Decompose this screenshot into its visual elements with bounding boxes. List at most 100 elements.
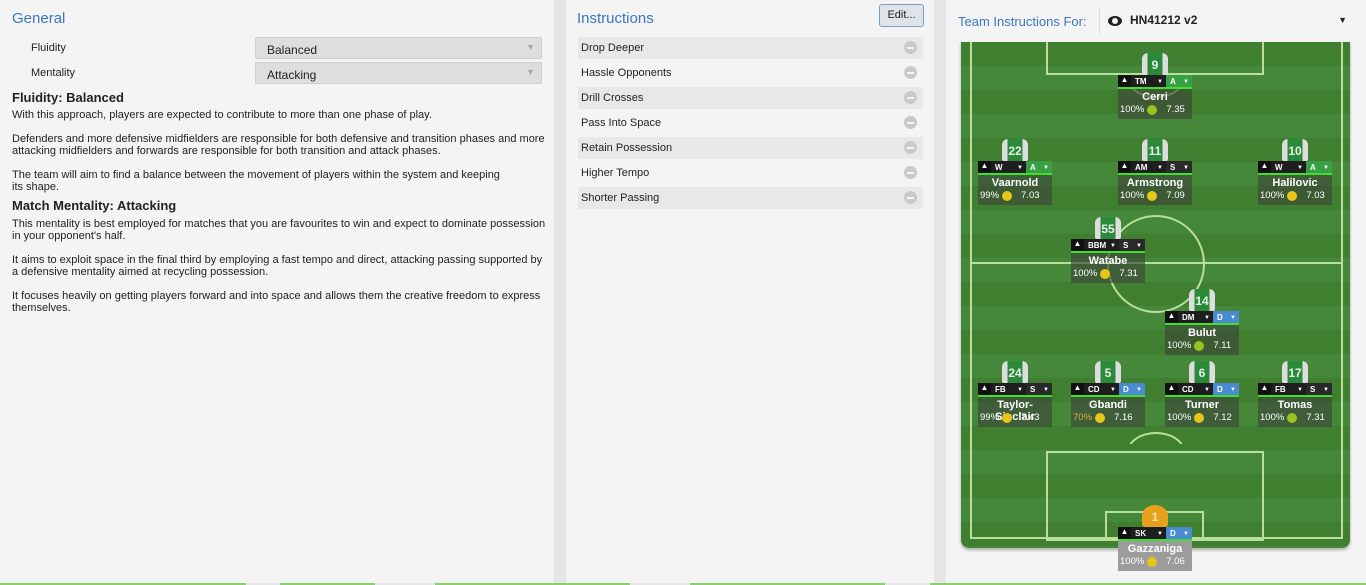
player-card[interactable]: 14 ▲ DM ▼ D ▼ Bulut 100% 7.11 [1165,289,1239,355]
remove-icon[interactable] [904,141,917,154]
duty-select[interactable]: A ▼ [1306,161,1332,173]
player-card[interactable]: 22 ▲ W ▼ A ▼ Vaarnold 99% 7.03 [978,139,1052,205]
jersey-icon: 5 [1095,361,1121,383]
role-select[interactable]: CD ▼ [1178,383,1213,395]
role-select[interactable]: AM ▼ [1131,161,1166,173]
condition: 100% [1120,104,1145,115]
duty-select[interactable]: S ▼ [1166,161,1192,173]
fluidity-value: Balanced [267,43,318,57]
instruction-item[interactable]: Retain Possession [578,137,923,159]
form-steady-icon [1002,190,1013,201]
player-card[interactable]: 1 ▲ SK ▼ D ▼ Gazzaniga 100% 7.06 [1118,505,1192,571]
condition: 100% [1167,340,1192,351]
role-select[interactable]: CD ▼ [1084,383,1119,395]
remove-icon[interactable] [904,41,917,54]
condition: 99% [980,190,1000,201]
player-card[interactable]: 55 ▲ BBM ▼ S ▼ Watabe 100% 7.31 [1071,217,1145,283]
player-name: Tomas [1277,399,1313,411]
rating: 7.06 [1166,556,1185,567]
shirt-icon: ▲ [1258,161,1271,173]
fluidity-select[interactable]: Balanced ▼ [255,37,542,59]
instruction-label: Higher Tempo [581,167,650,179]
player-card[interactable]: 11 ▲ AM ▼ S ▼ Armstrong 100% 7.09 [1118,139,1192,205]
duty-select[interactable]: D ▼ [1213,311,1239,323]
role-select[interactable]: FB ▼ [991,383,1026,395]
jersey-icon: 1 [1142,505,1168,527]
instruction-label: Drill Crosses [581,92,644,104]
fluidity-text-2: Defenders and more defensive midfielders… [12,133,545,157]
role-select[interactable]: DM ▼ [1178,311,1213,323]
duty-select[interactable]: S ▼ [1026,383,1052,395]
duty-select[interactable]: D ▼ [1166,527,1192,539]
chevron-down-icon: ▼ [526,42,535,52]
player-card[interactable]: 9 ▲ TM ▼ A ▼ Cerri 100% 7.35 [1118,53,1192,119]
rating: 7.09 [1166,190,1185,201]
role-select[interactable]: W ▼ [991,161,1026,173]
player-name: Taylor-Sinclair [995,399,1035,423]
remove-icon[interactable] [904,191,917,204]
form-down-icon [1287,412,1298,423]
player-name: Gazzaniga [1127,543,1183,555]
edit-button[interactable]: Edit... [879,4,924,27]
form-down-icon [1194,340,1205,351]
role-select[interactable]: FB ▼ [1271,383,1306,395]
rating: 7.11 [1213,340,1232,351]
instructions-panel: Instructions Edit... Drop Deeper Hassle O… [566,0,934,583]
duty-select[interactable]: D ▼ [1213,383,1239,395]
tactic-select[interactable]: HN41212 v2 ▼ [1099,8,1349,34]
role-select[interactable]: SK ▼ [1131,527,1166,539]
jersey-icon: 55 [1095,217,1121,239]
role-select[interactable]: W ▼ [1271,161,1306,173]
duty-select[interactable]: D ▼ [1119,383,1145,395]
duty-select[interactable]: S ▼ [1119,239,1145,251]
instruction-label: Retain Possession [581,142,673,154]
instruction-label: Hassle Opponents [581,67,672,79]
player-card[interactable]: 10 ▲ W ▼ A ▼ Halilovic 100% 7.03 [1258,139,1332,205]
duty-select[interactable]: S ▼ [1306,383,1332,395]
role-select[interactable]: TM ▼ [1131,75,1166,87]
chevron-down-icon: ▼ [526,67,535,77]
instruction-item[interactable]: Shorter Passing [578,187,923,209]
rating: 7.35 [1166,104,1185,115]
player-card[interactable]: 24 ▲ FB ▼ S ▼ Taylor-Sinclair 99% 7.43 [978,361,1052,427]
condition: 99% [980,412,1000,423]
rating: 7.31 [1306,412,1325,423]
instruction-item[interactable]: Drill Crosses [578,87,923,109]
remove-icon[interactable] [904,166,917,179]
shirt-icon: ▲ [978,383,991,395]
instruction-label: Shorter Passing [581,192,660,204]
jersey-icon: 14 [1189,289,1215,311]
fluidity-text-3: The team will aim to find a balance betw… [12,169,500,193]
form-steady-icon [1147,556,1158,567]
jersey-icon: 22 [1002,139,1028,161]
shirt-icon: ▲ [1118,75,1131,87]
player-card[interactable]: 5 ▲ CD ▼ D ▼ Gbandi 70% 7.16 [1071,361,1145,427]
player-name: Bulut [1187,327,1217,339]
mentality-heading: Match Mentality: Attacking [12,198,177,213]
remove-icon[interactable] [904,116,917,129]
condition: 100% [1260,412,1285,423]
player-card[interactable]: 6 ▲ CD ▼ D ▼ Turner 100% 7.12 [1165,361,1239,427]
jersey-icon: 9 [1142,53,1168,75]
rating: 7.12 [1213,412,1232,423]
player-name: Watabe [1088,255,1128,267]
team-instructions-label: Team Instructions For: [958,14,1087,29]
instruction-item[interactable]: Higher Tempo [578,162,923,184]
instruction-item[interactable]: Drop Deeper [578,37,923,59]
general-panel: General Fluidity Balanced ▼ Mentality Att… [0,0,554,583]
jersey-icon: 6 [1189,361,1215,383]
duty-select[interactable]: A ▼ [1026,161,1052,173]
player-name: Cerri [1142,91,1168,103]
player-name: Gbandi [1089,399,1127,411]
remove-icon[interactable] [904,66,917,79]
instructions-title: Instructions [577,10,654,27]
remove-icon[interactable] [904,91,917,104]
instruction-item[interactable]: Pass Into Space [578,112,923,134]
mentality-select[interactable]: Attacking ▼ [255,62,542,84]
eye-icon [1108,15,1122,26]
instruction-item[interactable]: Hassle Opponents [578,62,923,84]
role-select[interactable]: BBM ▼ [1084,239,1119,251]
player-card[interactable]: 17 ▲ FB ▼ S ▼ Tomas 100% 7.31 [1258,361,1332,427]
fluidity-text-1: With this approach, players are expected… [12,109,432,121]
duty-select[interactable]: A ▼ [1166,75,1192,87]
